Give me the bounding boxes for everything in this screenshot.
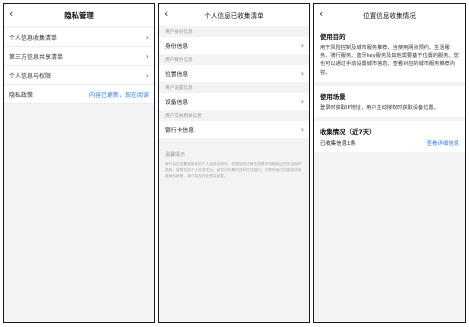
purpose-text: 用于风险控制及城市服务推荐，当使用网点预约、生活服务、骑行服务、蓝牙key服务及… <box>320 45 459 76</box>
section-header-settings: 用户设置信息 <box>165 86 193 91</box>
list-item-bank-card-info[interactable]: 银行卡信息 › <box>159 121 309 138</box>
location-info-details: 使用目的 用于风险控制及城市服务推荐，当使用网点预约、生活服务、骑行服务、蓝牙k… <box>314 26 465 322</box>
list-item-device-info[interactable]: 设备信息 › <box>159 93 309 110</box>
chevron-right-icon: › <box>300 69 304 78</box>
menu-item-label: 个人信息与权限 <box>9 72 52 80</box>
back-icon[interactable]: ‹ <box>9 7 13 21</box>
back-icon[interactable]: ‹ <box>164 7 168 21</box>
chevron-right-icon: › <box>300 41 304 50</box>
menu-item-info-permissions[interactable]: 个人信息与权限 › <box>4 66 154 85</box>
menu-item-third-party-sharing[interactable]: 第三方信息共享清单 › <box>4 47 154 66</box>
section-header-transaction: 用户交易相关信息 <box>165 114 202 119</box>
menu-item-privacy-policy[interactable]: 隐私政策 内容已更新，现在阅读 <box>4 85 154 104</box>
stats-row: 已收集信息1条 查看详细信息 <box>320 139 459 147</box>
chevron-right-icon: › <box>145 32 149 42</box>
chevron-right-icon: › <box>145 51 149 61</box>
purpose-card: 使用目的 用于风险控制及城市服务推荐，当使用网点预约、生活服务、骑行服务、蓝牙k… <box>314 26 465 82</box>
page-title: 隐私管理 <box>64 10 94 20</box>
list-item-location-info[interactable]: 位置信息 › <box>159 65 309 82</box>
nav-bar: ‹ 隐私管理 <box>4 4 154 26</box>
stats-title: 收集情况（近7天） <box>320 128 376 137</box>
list-item-label: 银行卡信息 <box>165 128 194 134</box>
location-info-collection-screen: ‹ 位置信息收集情况 使用目的 用于风险控制及城市服务推荐，当使用网点预约、生活… <box>313 3 466 323</box>
collected-info-list-screen: ‹ 个人信息已收集清单 用户身份信息 身份信息 › 用户服务信息 位置信息 › … <box>158 3 310 323</box>
list-item-identity-info[interactable]: 身份信息 › <box>159 37 309 54</box>
collected-count: 已收集信息1条 <box>320 141 356 148</box>
tip-title: 温馨提示 <box>165 152 186 158</box>
back-icon[interactable]: ‹ <box>319 7 323 21</box>
menu-item-collection-list[interactable]: 个人信息收集清单 › <box>4 28 154 47</box>
list-item-label: 设备信息 <box>165 100 189 106</box>
chevron-right-icon: › <box>300 125 304 134</box>
nav-bar: ‹ 位置信息收集情况 <box>314 4 465 26</box>
section-header-service: 用户服务信息 <box>165 58 193 63</box>
section-header-identity: 用户身份信息 <box>165 30 193 35</box>
tip-text: 我们会在收集使用您的个人信息的同时，依据相关法律法规要求采取相应的安全保护措施，… <box>165 162 302 178</box>
purpose-title: 使用目的 <box>320 33 346 41</box>
menu-item-label: 第三方信息共享清单 <box>9 53 64 61</box>
page-title: 位置信息收集情况 <box>363 12 416 20</box>
menu-item-label: 隐私政策 <box>9 91 34 99</box>
list-item-label: 身份信息 <box>165 44 189 50</box>
collected-info-list: 用户身份信息 身份信息 › 用户服务信息 位置信息 › 用户设置信息 设备信息 … <box>159 26 309 322</box>
scenario-card: 使用场景 登录时获取IP地址，用户主动授权时获取设备位置。 <box>314 85 465 118</box>
chevron-right-icon: › <box>300 97 304 106</box>
chevron-right-icon: › <box>145 70 149 80</box>
list-item-label: 位置信息 <box>165 72 189 78</box>
page-title: 个人信息已收集清单 <box>204 12 264 20</box>
menu-item-label: 个人信息收集清单 <box>9 34 58 42</box>
policy-update-link[interactable]: 内容已更新，现在阅读 <box>89 90 149 99</box>
scenario-text: 登录时获取IP地址，用户主动授权时获取设备位置。 <box>320 104 439 111</box>
privacy-management-screen: ‹ 隐私管理 个人信息收集清单 › 第三方信息共享清单 › 个人信息与权限 › … <box>3 3 155 323</box>
privacy-menu-list: 个人信息收集清单 › 第三方信息共享清单 › 个人信息与权限 › 隐私政策 内容… <box>4 26 154 322</box>
view-details-link[interactable]: 查看详细信息 <box>427 139 459 147</box>
scenario-title: 使用场景 <box>320 92 346 101</box>
nav-bar: ‹ 个人信息已收集清单 <box>159 4 309 26</box>
collection-stats-card: 收集情况（近7天） 已收集信息1条 查看详细信息 <box>314 121 465 153</box>
